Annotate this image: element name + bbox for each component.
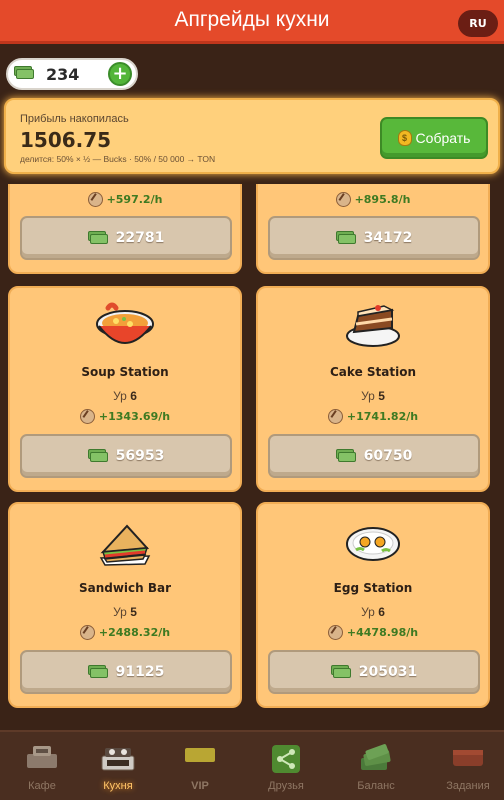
income-icon: [335, 192, 351, 207]
cash-icon: [330, 665, 351, 679]
nav-tab-label: Кухня: [103, 780, 133, 792]
upgrade-price: 91125: [115, 664, 165, 680]
upgrade-button[interactable]: 60750: [268, 434, 480, 478]
income-value: +1343.69/h: [98, 410, 171, 423]
station-level: Ур 6: [361, 605, 385, 619]
add-cash-button[interactable]: +: [108, 62, 132, 86]
nav-tab-label: Кафе: [28, 780, 56, 792]
profit-label: Прибыль накопилась: [20, 113, 129, 125]
cash-icon: [87, 449, 108, 463]
soup-bowl-icon: [96, 302, 154, 344]
income-rate: +2488.32/h: [10, 625, 240, 640]
money-bag-icon: $: [397, 130, 412, 146]
nav-tab-label: VIP: [191, 780, 209, 792]
profit-split-note: делится: 50% × ½ — Bucks · 50% / 50 000 …: [20, 154, 216, 164]
income-value: +597.2/h: [106, 193, 163, 206]
cash-icon: [87, 231, 108, 245]
upgrade-price: 56953: [115, 448, 165, 464]
top-bar: Апгрейды кухни RU: [0, 0, 504, 44]
station-level: Ур 5: [361, 389, 385, 403]
upgrade-button[interactable]: 205031: [268, 650, 480, 694]
cash-balance-value: 234: [46, 64, 80, 84]
upgrade-card-cake-station: Cake Station Ур 5 +1741.82/h 60750: [256, 286, 490, 492]
nav-tab-label: Друзья: [268, 780, 304, 792]
upgrade-button[interactable]: 91125: [20, 650, 232, 694]
nav-tab-vip[interactable]: VIP: [158, 732, 242, 800]
station-level: Ур 5: [113, 605, 137, 619]
bottom-nav: Кафе Кухня VIP Друзья Баланс Задания: [0, 730, 504, 800]
income-value: +895.8/h: [354, 193, 411, 206]
upgrade-card: +895.8/h 34172: [256, 184, 490, 274]
nav-tab-label: Задания: [446, 780, 490, 792]
upgrade-list[interactable]: +597.2/h 22781 +895.8/h 34172 Soup Stati…: [0, 184, 504, 728]
profit-amount: 1506.75: [20, 128, 112, 152]
cash-icon: [335, 449, 356, 463]
upgrade-price: 34172: [363, 230, 413, 246]
stove-icon: [101, 748, 135, 771]
station-level: Ур 6: [113, 389, 137, 403]
income-rate: +4478.98/h: [258, 625, 488, 640]
page-title: Апгрейды кухни: [174, 8, 330, 31]
upgrade-button[interactable]: 22781: [20, 216, 232, 260]
income-rate: +895.8/h: [258, 192, 488, 207]
fried-eggs-icon: [346, 527, 400, 561]
cash-balance: 234 +: [6, 58, 138, 90]
income-value: +1741.82/h: [346, 410, 419, 423]
upgrade-card-egg-station: Egg Station Ур 6 +4478.98/h 205031: [256, 502, 490, 708]
language-switch-button[interactable]: RU: [458, 10, 498, 37]
station-name: Soup Station: [81, 365, 169, 379]
profit-panel: Прибыль накопилась 1506.75 делится: 50% …: [4, 98, 500, 174]
station-name: Egg Station: [333, 581, 413, 595]
income-icon: [87, 192, 103, 207]
collect-button-label: Собрать: [415, 130, 471, 146]
income-value: +2488.32/h: [98, 626, 171, 639]
nav-tab-tasks[interactable]: Задания: [426, 732, 504, 800]
nav-tab-cafe[interactable]: Кафе: [0, 732, 84, 800]
nav-tab-label: Баланс: [357, 780, 395, 792]
income-icon: [79, 409, 95, 424]
nav-tab-friends[interactable]: Друзья: [244, 732, 328, 800]
income-rate: +597.2/h: [10, 192, 240, 207]
income-rate: +1741.82/h: [258, 409, 488, 424]
cake-slice-icon: [346, 305, 400, 347]
cash-register-icon: [27, 746, 57, 768]
briefcase-icon: [453, 750, 483, 766]
station-name: Cake Station: [330, 365, 416, 379]
money-stack-icon: [361, 744, 391, 770]
upgrade-price: 60750: [363, 448, 413, 464]
nav-tab-balance[interactable]: Баланс: [334, 732, 418, 800]
cash-icon: [14, 66, 40, 82]
cash-icon: [335, 231, 356, 245]
upgrade-price: 22781: [115, 230, 165, 246]
income-icon: [327, 625, 343, 640]
cash-icon: [87, 665, 108, 679]
income-icon: [79, 625, 95, 640]
collect-button[interactable]: $ Собрать: [380, 117, 488, 159]
upgrade-card-soup-station: Soup Station Ур 6 +1343.69/h 56953: [8, 286, 242, 492]
upgrade-button[interactable]: 34172: [268, 216, 480, 260]
share-icon: [272, 745, 300, 773]
vip-ticket-icon: [185, 748, 215, 762]
upgrade-button[interactable]: 56953: [20, 434, 232, 478]
income-icon: [327, 409, 343, 424]
upgrade-card: +597.2/h 22781: [8, 184, 242, 274]
upgrade-price: 205031: [358, 664, 418, 680]
income-rate: +1343.69/h: [10, 409, 240, 424]
nav-tab-kitchen[interactable]: Кухня: [76, 732, 160, 800]
station-name: Sandwich Bar: [78, 581, 172, 595]
upgrade-card-sandwich-bar: Sandwich Bar Ур 5 +2488.32/h 91125: [8, 502, 242, 708]
income-value: +4478.98/h: [346, 626, 419, 639]
sandwich-icon: [99, 524, 151, 566]
